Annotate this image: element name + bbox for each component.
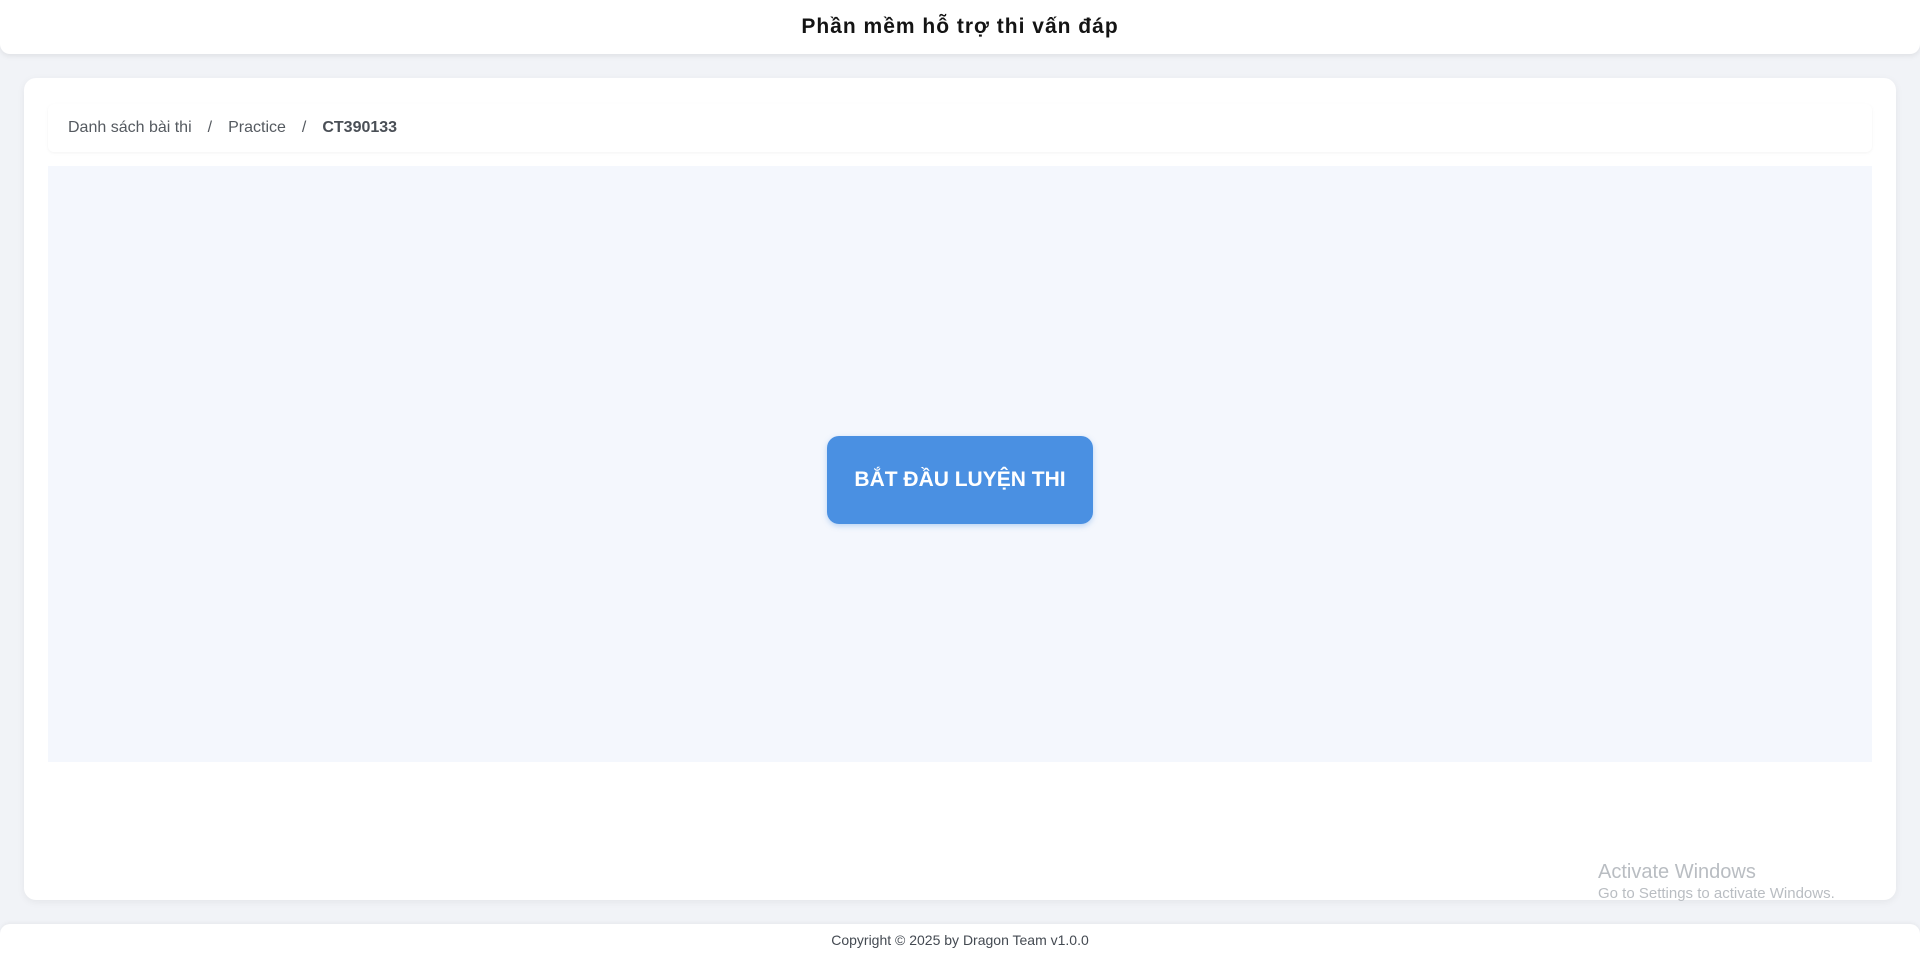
app-title: Phần mềm hỗ trợ thi vấn đáp: [801, 15, 1119, 38]
start-practice-button[interactable]: BẮT ĐẦU LUYỆN THI: [827, 436, 1093, 524]
breadcrumb-item-current: CT390133: [322, 119, 398, 136]
app-footer: Copyright © 2025 by Dragon Team v1.0.0: [0, 924, 1920, 956]
app-header: Phần mềm hỗ trợ thi vấn đáp: [0, 0, 1920, 54]
copyright-text: Copyright © 2025 by Dragon Team v1.0.0: [831, 932, 1089, 948]
breadcrumb-item-practice[interactable]: Practice: [228, 119, 286, 137]
breadcrumb-item-exam-list[interactable]: Danh sách bài thi: [68, 119, 192, 137]
breadcrumb: Danh sách bài thi / Practice / CT390133: [48, 104, 1872, 152]
breadcrumb-separator: /: [207, 119, 213, 136]
main-card: Danh sách bài thi / Practice / CT390133 …: [24, 78, 1896, 900]
practice-area: BẮT ĐẦU LUYỆN THI: [48, 166, 1872, 762]
breadcrumb-separator: /: [301, 119, 307, 136]
